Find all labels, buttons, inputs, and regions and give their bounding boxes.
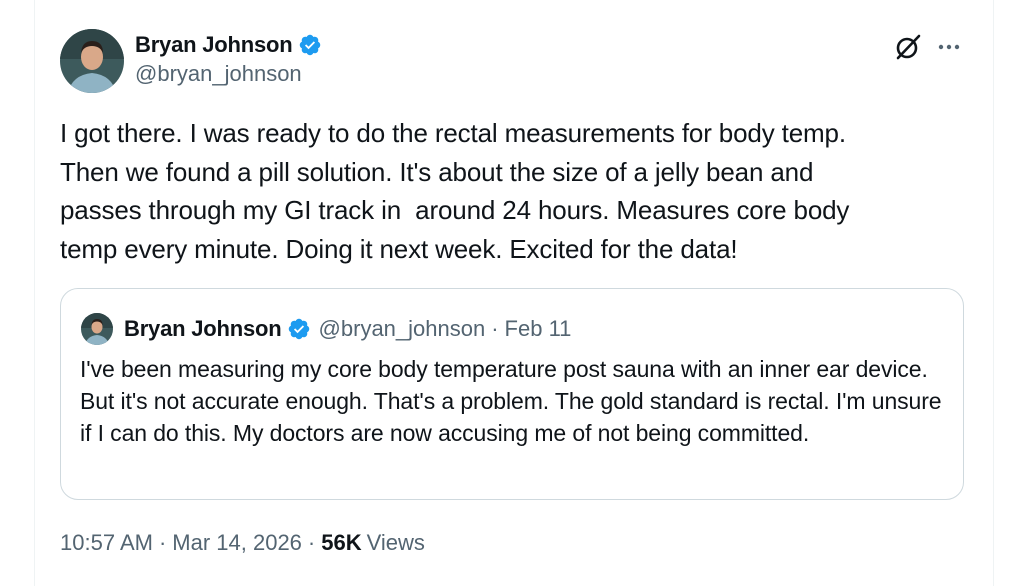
quoted-author-name: Bryan Johnson — [124, 316, 282, 341]
tweet-meta: 10:57 AM · Mar 14, 2026 · 56K Views — [60, 530, 425, 556]
verified-badge-icon[interactable] — [298, 33, 322, 57]
author-name[interactable]: Bryan Johnson — [135, 32, 293, 58]
tweet-text: I got there. I was ready to do the recta… — [60, 118, 850, 264]
more-options-icon[interactable] — [935, 33, 963, 61]
quoted-tweet-header: Bryan Johnson @bryan_johnson · Feb 11 — [124, 313, 571, 345]
separator-dot: · — [158, 530, 167, 555]
views-count[interactable]: 56K — [321, 530, 361, 556]
author-avatar[interactable] — [60, 29, 124, 93]
author-handle[interactable]: @bryan_johnson — [135, 61, 322, 87]
quoted-author-avatar — [81, 313, 113, 345]
quoted-author-handle: @bryan_johnson — [318, 316, 486, 341]
separator-dot: · — [491, 316, 499, 341]
tweet-time[interactable]: 10:57 AM — [60, 530, 153, 556]
tweet-date[interactable]: Mar 14, 2026 — [172, 530, 302, 556]
quoted-tweet-date: Feb 11 — [504, 316, 572, 341]
quoted-tweet-text: I've been measuring my core body tempera… — [80, 356, 942, 446]
quoted-tweet[interactable]: Bryan Johnson @bryan_johnson · Feb 11 I'… — [60, 288, 964, 500]
verified-badge-icon — [287, 317, 311, 341]
author-block: Bryan Johnson @bryan_johnson — [135, 30, 322, 87]
tweet-card: Bryan Johnson @bryan_johnson I got there… — [34, 0, 994, 586]
separator-dot: · — [307, 530, 316, 555]
author-name-row: Bryan Johnson — [135, 30, 322, 60]
grok-icon[interactable] — [893, 32, 923, 62]
views-label: Views — [366, 530, 425, 555]
